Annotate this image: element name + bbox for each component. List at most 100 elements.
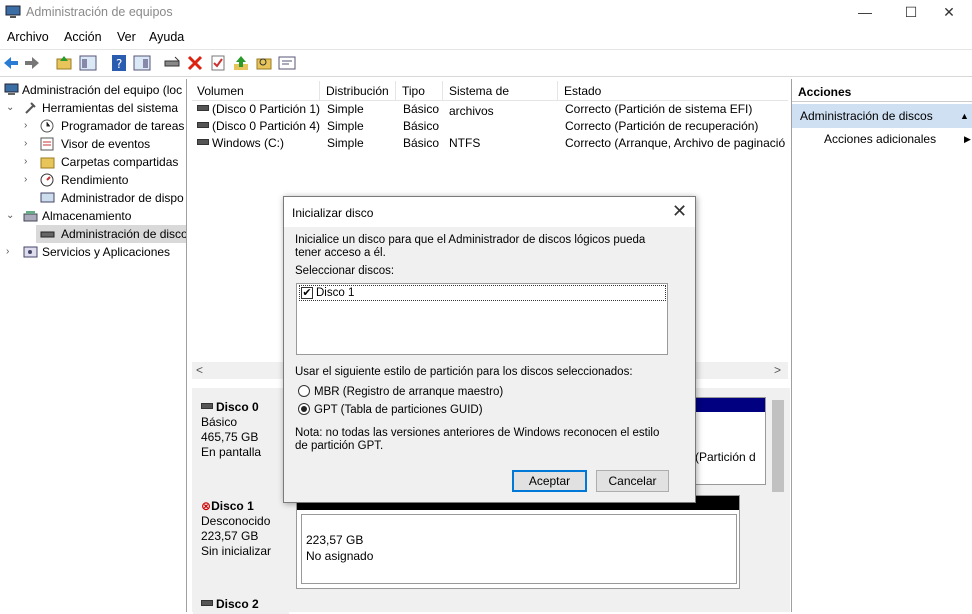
disk-name: Disco 2 bbox=[216, 597, 259, 611]
chevron-right-icon[interactable]: › bbox=[24, 171, 34, 189]
cell-volume: (Disco 0 Partición 1) bbox=[212, 102, 321, 116]
help-icon[interactable]: ? bbox=[110, 54, 128, 72]
cell-volume: Windows (C:) bbox=[212, 136, 285, 150]
disk-status: En pantalla bbox=[201, 445, 262, 459]
dialog-title-bar: Inicializar disco ✕ bbox=[284, 197, 695, 227]
volume-drive-icon bbox=[197, 139, 209, 145]
table-row[interactable]: Windows (C:) Simple Básico NTFS Correcto… bbox=[192, 135, 788, 152]
column-sistema-archivos[interactable]: Sistema de archivos bbox=[444, 81, 558, 118]
disk-drive-icon bbox=[40, 231, 55, 238]
cancel-button[interactable]: Cancelar bbox=[596, 470, 669, 492]
dialog-title: Inicializar disco bbox=[292, 206, 374, 220]
column-distribucion[interactable]: Distribución bbox=[321, 81, 396, 101]
list-item-disk1[interactable]: ✔ Disco 1 bbox=[299, 285, 666, 301]
console-icon[interactable] bbox=[278, 54, 296, 72]
volume-list-header: Volumen Distribución Tipo Sistema de arc… bbox=[192, 81, 788, 118]
disk-name: Disco 0 bbox=[216, 400, 259, 414]
actions-title: Acciones bbox=[792, 82, 972, 102]
dialog-description: Inicialice un disco para que el Administ… bbox=[295, 234, 646, 259]
disk1-label[interactable]: ⊗Disco 1 Desconocido 223,57 GB Sin inici… bbox=[193, 493, 289, 591]
mbr-radio[interactable] bbox=[298, 385, 310, 397]
accept-button[interactable]: Aceptar bbox=[512, 470, 587, 492]
cell-volume: (Disco 0 Partición 4) bbox=[212, 119, 321, 133]
disk2-label[interactable]: Disco 2 bbox=[193, 592, 289, 614]
cell-type: Básico bbox=[403, 119, 440, 133]
properties-check-icon[interactable] bbox=[209, 54, 227, 72]
submenu-arrow-icon[interactable]: ▶ bbox=[964, 134, 971, 145]
disk0-label[interactable]: Disco 0 Básico 465,75 GB En pantalla bbox=[193, 394, 289, 484]
tree-label: Carpetas compartidas bbox=[61, 155, 179, 169]
chevron-right-icon[interactable]: › bbox=[24, 135, 34, 153]
disk1-partitions[interactable]: 223,57 GB No asignado bbox=[296, 495, 740, 589]
gpt-radio[interactable] bbox=[298, 403, 310, 415]
chevron-right-icon[interactable]: › bbox=[24, 117, 34, 135]
cell-distribution: Simple bbox=[327, 136, 364, 150]
scrollbar-thumb[interactable] bbox=[772, 400, 784, 492]
shared-folder-icon bbox=[40, 157, 55, 169]
action-group-label: Administración de discos bbox=[800, 109, 933, 123]
disk1-checkbox[interactable]: ✔ bbox=[301, 287, 313, 299]
minimize-button[interactable]: — bbox=[842, 0, 888, 26]
table-row[interactable]: (Disco 0 Partición 4) Simple Básico Corr… bbox=[192, 118, 788, 135]
cell-status: Correcto (Arranque, Archivo de paginació bbox=[565, 136, 786, 150]
cell-status: Correcto (Partición de sistema EFI) bbox=[565, 102, 753, 116]
up-folder-icon[interactable] bbox=[55, 54, 73, 72]
tree-label: Rendimiento bbox=[61, 173, 129, 187]
tree-label: Almacenamiento bbox=[42, 209, 132, 223]
back-arrow-icon[interactable] bbox=[2, 54, 20, 72]
performance-gauge-icon bbox=[40, 173, 54, 187]
menu-accion[interactable]: Acción bbox=[64, 30, 102, 44]
toolbar: ? bbox=[0, 49, 972, 77]
column-tipo[interactable]: Tipo bbox=[397, 81, 443, 101]
collapse-up-icon[interactable]: ▲ bbox=[960, 104, 969, 128]
chevron-down-icon[interactable]: ⌄ bbox=[6, 99, 16, 117]
tree-item-disk-management[interactable]: Administración de disco bbox=[36, 225, 186, 243]
close-button[interactable]: ✕ bbox=[926, 0, 972, 26]
close-icon[interactable]: ✕ bbox=[672, 201, 687, 221]
window-title: Administración de equipos bbox=[26, 5, 173, 19]
event-log-icon bbox=[40, 137, 54, 151]
tree-label: Visor de eventos bbox=[61, 137, 151, 151]
action-more-label: Acciones adicionales bbox=[824, 132, 937, 146]
chevron-right-icon[interactable]: › bbox=[6, 243, 16, 261]
menu-ayuda[interactable]: Ayuda bbox=[149, 30, 184, 44]
error-icon: ⊗ bbox=[201, 499, 212, 513]
disk-type: Desconocido bbox=[201, 514, 271, 528]
show-action-pane-icon[interactable] bbox=[133, 54, 151, 72]
disk-name: Disco 1 bbox=[211, 499, 254, 513]
mbr-label[interactable]: MBR (Registro de arranque maestro) bbox=[314, 386, 503, 399]
chevron-down-icon[interactable]: ⌄ bbox=[6, 207, 16, 225]
scroll-left-icon[interactable]: < bbox=[196, 363, 203, 377]
import-up-arrow-icon[interactable] bbox=[232, 54, 250, 72]
gpt-label[interactable]: GPT (Tabla de particiones GUID) bbox=[314, 404, 483, 417]
scroll-right-icon[interactable]: > bbox=[774, 363, 781, 377]
tree-label: Administración del equipo (loc bbox=[22, 83, 183, 97]
disk-size: 223,57 GB bbox=[201, 529, 259, 543]
device-manager-icon bbox=[40, 192, 55, 203]
unallocated-region[interactable]: 223,57 GB No asignado bbox=[301, 514, 737, 584]
action-more[interactable]: Acciones adicionales bbox=[824, 132, 936, 146]
volume-drive-icon bbox=[197, 122, 209, 128]
search-folder-icon[interactable] bbox=[255, 54, 273, 72]
vertical-scrollbar[interactable] bbox=[770, 396, 786, 612]
disk-drive-icon bbox=[201, 403, 213, 409]
connect-drive-icon[interactable] bbox=[163, 54, 181, 72]
tree-label: Administración de disco bbox=[61, 227, 187, 241]
forward-arrow-icon[interactable] bbox=[23, 54, 41, 72]
chevron-right-icon[interactable]: › bbox=[24, 153, 34, 171]
disk-status: Sin inicializar bbox=[201, 544, 272, 558]
tools-icon bbox=[25, 102, 36, 114]
clock-icon bbox=[40, 119, 54, 133]
delete-icon[interactable] bbox=[186, 54, 204, 72]
menu-ver[interactable]: Ver bbox=[117, 30, 136, 44]
table-row[interactable]: (Disco 0 Partición 1) Simple Básico Corr… bbox=[192, 101, 788, 118]
column-volumen[interactable]: Volumen bbox=[192, 81, 320, 101]
action-group-disk-management[interactable]: Administración de discos ▲ bbox=[792, 104, 972, 128]
show-hide-tree-icon[interactable] bbox=[79, 54, 97, 72]
title-bar: Administración de equipos — ☐ ✕ bbox=[0, 0, 972, 26]
menu-bar: Archivo Acción Ver Ayuda bbox=[0, 26, 972, 48]
disk-list[interactable]: ✔ Disco 1 bbox=[296, 283, 668, 355]
column-estado[interactable]: Estado bbox=[559, 81, 788, 101]
menu-archivo[interactable]: Archivo bbox=[7, 30, 49, 44]
disk-size: 465,75 GB bbox=[201, 430, 259, 444]
